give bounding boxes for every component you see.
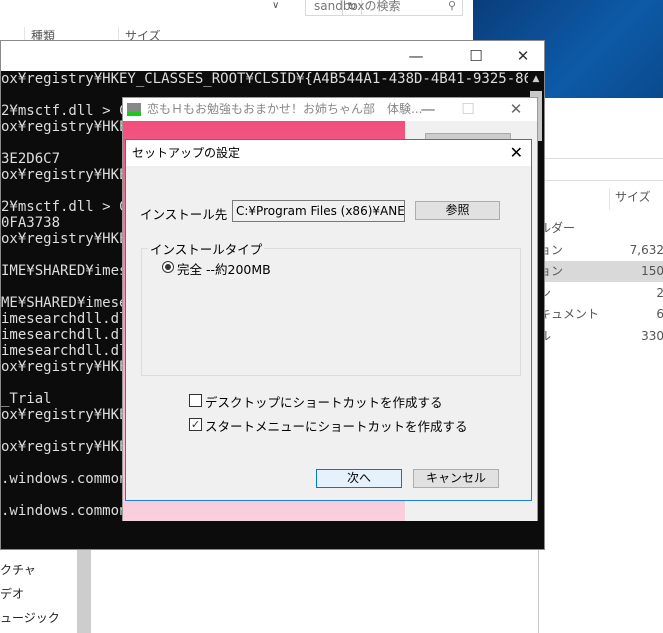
file-row-selected[interactable]: ョン 150 — [539, 261, 663, 282]
chevron-down-icon[interactable]: ∨ — [272, 0, 279, 11]
game-titlebar: 恋もＨもお勉強もおまかせ！お姉ちゃん部 体験... — ☐ ✕ — [123, 98, 537, 121]
file-row[interactable]: ル 330 — [539, 326, 663, 347]
startmenu-shortcut-checkbox[interactable]: ✓ — [189, 418, 202, 431]
dialog-titlebar: セットアップの設定 ✕ — [126, 140, 531, 166]
file-row[interactable]: ョン 7,632 — [539, 240, 663, 261]
close-button[interactable]: ✕ — [510, 140, 523, 166]
file-size: 2 — [656, 286, 663, 300]
install-type-full-label: 完全 --約200MB — [177, 262, 271, 277]
close-button[interactable]: ✕ — [508, 47, 538, 65]
file-size: 6 — [656, 307, 663, 321]
search-icon: ⚲ — [447, 0, 456, 12]
file-row[interactable]: ン2 — [539, 283, 663, 304]
desktop-shortcut-label: デスクトップにショートカットを作成する — [205, 395, 443, 410]
search-placeholder: sandboxの検索 — [314, 0, 401, 13]
minimize-button[interactable]: — — [401, 47, 431, 65]
game-window-title: 恋もＨもお勉強もおまかせ！お姉ちゃん部 体験... — [147, 102, 423, 116]
setup-icon — [127, 103, 141, 116]
nav-item[interactable]: クチャ — [0, 561, 36, 578]
setup-dialog: セットアップの設定 ✕ インストール先 C:¥Program Files (x8… — [125, 139, 532, 501]
file-row[interactable]: ルダー — [539, 218, 663, 239]
scroll-up-icon[interactable]: ▲ — [528, 74, 544, 84]
desktop-shortcut-checkbox[interactable] — [189, 394, 202, 407]
install-type-full-radio[interactable] — [162, 261, 174, 273]
dialog-title: セットアップの設定 — [132, 146, 241, 160]
file-row[interactable]: キュメント 6 — [539, 304, 663, 325]
cancel-button[interactable]: キャンセル — [413, 469, 499, 488]
search-input[interactable]: sandboxの検索 ⚲ — [305, 0, 463, 16]
next-button[interactable]: 次へ — [316, 469, 402, 488]
file-type: キュメント — [539, 307, 600, 321]
file-size: 7,632 — [629, 243, 663, 257]
file-size: 150 — [641, 264, 663, 278]
install-dest-label: インストール先 — [140, 207, 228, 222]
minimize-button[interactable]: — — [413, 98, 443, 121]
install-path-field[interactable]: C:¥Program Files (x86)¥ANEBU_ — [232, 200, 405, 222]
startmenu-shortcut-label: スタートメニューにショートカットを作成する — [205, 419, 468, 434]
maximize-button[interactable]: ☐ — [453, 98, 483, 121]
browse-button[interactable]: 参照 — [415, 201, 500, 220]
explorer-window-right: サイズ ルダー ョン 7,632 ョン 150 ン2 キュメント 6 ル 330 — [538, 98, 663, 633]
console-line: ox¥registry¥HKEY_CLASSES_ROOT¥CLSID¥{A4B… — [1, 71, 529, 87]
close-button[interactable]: ✕ — [501, 98, 531, 121]
maximize-button[interactable]: ☐ — [461, 47, 491, 65]
nav-item[interactable]: ュージック — [0, 609, 60, 626]
file-size: 330 — [641, 329, 663, 343]
column-header-size[interactable]: サイズ — [609, 188, 651, 210]
nav-scrollbar[interactable] — [77, 550, 91, 633]
install-type-label: インストールタイプ — [148, 239, 265, 258]
nav-item[interactable]: デオ — [0, 585, 24, 602]
console-titlebar: — ☐ ✕ — [1, 41, 544, 71]
